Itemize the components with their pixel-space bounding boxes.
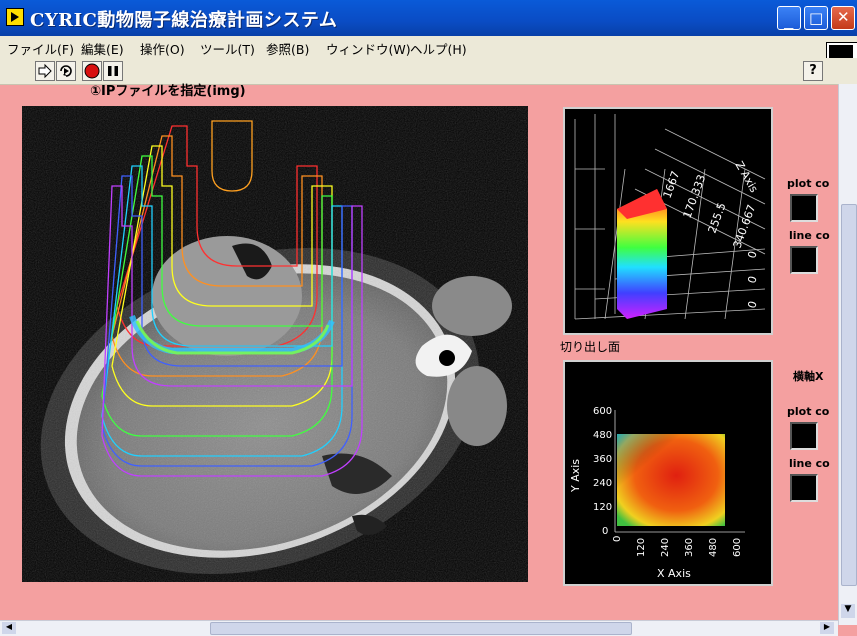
x-tick-600: 600: [732, 538, 743, 557]
labview-app-icon[interactable]: [6, 8, 24, 26]
line-color-picker-1[interactable]: [790, 246, 818, 274]
x-tick-480: 480: [708, 538, 719, 557]
x-tick-240: 240: [660, 538, 671, 557]
run-arrow-icon[interactable]: [35, 61, 55, 81]
vertical-scroll-thumb[interactable]: [841, 204, 857, 586]
menu-browse[interactable]: 参照(B): [266, 39, 309, 58]
x-tick-360: 360: [684, 538, 695, 557]
heatmap-2d-canvas: 600 480 360 240 120 0 0 120 240 360 480 …: [569, 406, 745, 580]
y-tick-600: 600: [593, 406, 612, 417]
menu-bar: ファイル(F) 編集(E) 操作(O) ツール(T) 参照(B) ウィンドウ(W…: [0, 36, 857, 58]
surface-3d-plot[interactable]: 1667 170.333 255.5 340.667 Z Axis 0 0 0: [563, 107, 773, 335]
z-tick-0: 1667: [661, 169, 683, 200]
plot-color-label-2: plot co: [787, 405, 830, 418]
x-axis-label: X Axis: [657, 567, 691, 580]
horizontal-scroll-thumb[interactable]: [210, 622, 632, 635]
z-tick-3: 340.667: [731, 203, 759, 250]
vi-icon-graphic: [829, 45, 853, 59]
close-button[interactable]: ✕: [831, 6, 855, 30]
menu-file[interactable]: ファイル(F): [7, 39, 74, 58]
scroll-down-icon[interactable]: ▼: [841, 604, 855, 618]
heatmap-2d-plot[interactable]: 600 480 360 240 120 0 0 120 240 360 480 …: [563, 360, 773, 586]
vertical-scrollbar[interactable]: ▼: [838, 84, 857, 625]
ip-file-caption: ①IPファイルを指定(img): [90, 84, 246, 99]
menu-edit[interactable]: 編集(E): [81, 39, 124, 58]
menu-window[interactable]: ウィンドウ(W): [326, 39, 411, 58]
plot-color-label-1: plot co: [787, 177, 830, 190]
line-color-picker-2[interactable]: [790, 474, 818, 502]
y-axis-label: Y Axis: [569, 459, 582, 493]
x-tick-0: 0: [612, 536, 623, 542]
x-tick-120: 120: [636, 538, 647, 557]
surface-3d-canvas: 1667 170.333 255.5 340.667 Z Axis 0 0 0: [574, 114, 766, 320]
title-bar: CYRIC動物陽子線治療計画システム ▁ □ ✕: [0, 0, 857, 36]
line-color-label-2: line co: [789, 457, 830, 470]
y-tick-240: 240: [593, 478, 612, 489]
y-tick-0: 0: [602, 526, 608, 537]
minimize-button[interactable]: ▁: [777, 6, 801, 30]
scroll-left-icon[interactable]: ◀: [2, 622, 16, 634]
maximize-button[interactable]: □: [804, 6, 828, 30]
window-title: CYRIC動物陽子線治療計画システム: [30, 10, 338, 31]
horiz-axis-caption: 横軸X: [793, 370, 824, 383]
plot-color-picker-1[interactable]: [790, 194, 818, 222]
z-tick-2: 255.5: [706, 201, 729, 235]
menu-operate[interactable]: 操作(O): [140, 39, 185, 58]
menu-help[interactable]: ヘルプ(H): [410, 39, 467, 58]
y-tick-480: 480: [593, 430, 612, 441]
abort-stop-icon[interactable]: [82, 61, 102, 81]
y-tick-360: 360: [593, 454, 612, 465]
context-help-button[interactable]: ?: [803, 61, 823, 81]
horizontal-scrollbar[interactable]: ◀ ▶: [0, 620, 838, 636]
right-tick-0: 0: [745, 250, 759, 260]
y-tick-120: 120: [593, 502, 612, 513]
right-tick-2: 0: [745, 300, 759, 310]
scroll-right-icon[interactable]: ▶: [820, 622, 834, 634]
z-tick-1: 170.333: [681, 173, 709, 220]
run-continuous-icon[interactable]: [56, 61, 76, 81]
right-tick-1: 0: [745, 275, 759, 285]
ct-slice-image: [22, 106, 528, 582]
plot-color-picker-2[interactable]: [790, 422, 818, 450]
menu-tools[interactable]: ツール(T): [200, 39, 255, 58]
pause-icon[interactable]: [103, 61, 123, 81]
ct-image-display[interactable]: [22, 106, 528, 582]
cut-plane-caption: 切り出し面: [560, 340, 621, 354]
line-color-label-1: line co: [789, 229, 830, 242]
